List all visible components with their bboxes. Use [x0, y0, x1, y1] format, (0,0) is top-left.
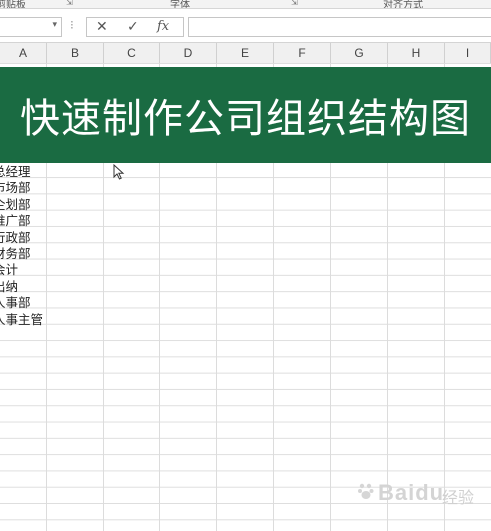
cell-a-row-1[interactable]: 总经理: [0, 164, 46, 180]
fx-icon[interactable]: fx: [157, 19, 169, 34]
cell-text: 财务部: [0, 246, 31, 261]
cell-text: 企划部: [0, 197, 31, 212]
baidu-watermark: Baidu 经验: [358, 474, 488, 520]
paw-logo-icon: [358, 483, 374, 499]
cell-a-row-5[interactable]: 行政部: [0, 230, 46, 246]
column-header-i[interactable]: I: [445, 43, 491, 63]
watermark-text: Baidu: [378, 480, 445, 505]
cell-text: 人事主管: [0, 312, 44, 327]
column-header-g[interactable]: G: [331, 43, 388, 63]
column-header-f[interactable]: F: [274, 43, 331, 63]
banner-title: 快速制作公司组织结构图: [20, 96, 471, 142]
cell-a-row-4[interactable]: 推广部: [0, 213, 46, 229]
cancel-icon[interactable]: ✕: [96, 19, 108, 35]
font-launcher-icon[interactable]: ⇲: [291, 0, 298, 7]
column-header-c[interactable]: C: [104, 43, 160, 63]
cell-a-row-9[interactable]: 人事部: [0, 295, 46, 311]
title-banner: 快速制作公司组织结构图: [0, 67, 491, 163]
column-header-h[interactable]: H: [388, 43, 445, 63]
formula-input[interactable]: [188, 17, 491, 37]
cell-text: 总经理: [0, 164, 31, 179]
name-box[interactable]: ▾: [0, 17, 62, 37]
grip-icon[interactable]: ⁝: [70, 18, 74, 32]
column-header-a[interactable]: A: [0, 43, 47, 63]
watermark-sub: 经验: [442, 488, 475, 507]
column-headers: A B C D E F G H I: [0, 43, 491, 64]
cell-a-row-10[interactable]: 人事主管: [0, 312, 46, 328]
cell-text: 市场部: [0, 180, 31, 195]
cell-text: 行政部: [0, 230, 31, 245]
ribbon-group-clipboard: 剪贴板: [0, 0, 26, 9]
formula-buttons: ✕ ✓ fx: [86, 17, 184, 37]
cell-a-row-2[interactable]: 市场部: [0, 180, 46, 196]
column-header-e[interactable]: E: [217, 43, 274, 63]
cell-a-row-7[interactable]: 会计: [0, 262, 46, 278]
column-header-d[interactable]: D: [160, 43, 217, 63]
enter-icon[interactable]: ✓: [127, 19, 139, 35]
column-header-b[interactable]: B: [47, 43, 104, 63]
cell-a-row-8[interactable]: 出纳: [0, 279, 46, 295]
cell-text: 推广部: [0, 213, 31, 228]
ribbon-group-font: 字体: [170, 0, 190, 9]
ribbon-group-alignment: 对齐方式: [383, 0, 423, 9]
ribbon-group-labels: 剪贴板 ⇲ 字体 ⇲ 对齐方式: [0, 0, 491, 9]
cell-text: 人事部: [0, 295, 31, 310]
chevron-down-icon[interactable]: ▾: [52, 20, 57, 30]
mouse-cursor-icon: [113, 164, 125, 180]
cell-a-row-6[interactable]: 财务部: [0, 246, 46, 262]
cell-text: 会计: [0, 262, 19, 277]
cell-a-row-3[interactable]: 企划部: [0, 197, 46, 213]
formula-bar: ▾ ⁝ ✕ ✓ fx: [0, 9, 491, 43]
clipboard-launcher-icon[interactable]: ⇲: [66, 0, 73, 7]
cell-text: 出纳: [0, 279, 19, 294]
